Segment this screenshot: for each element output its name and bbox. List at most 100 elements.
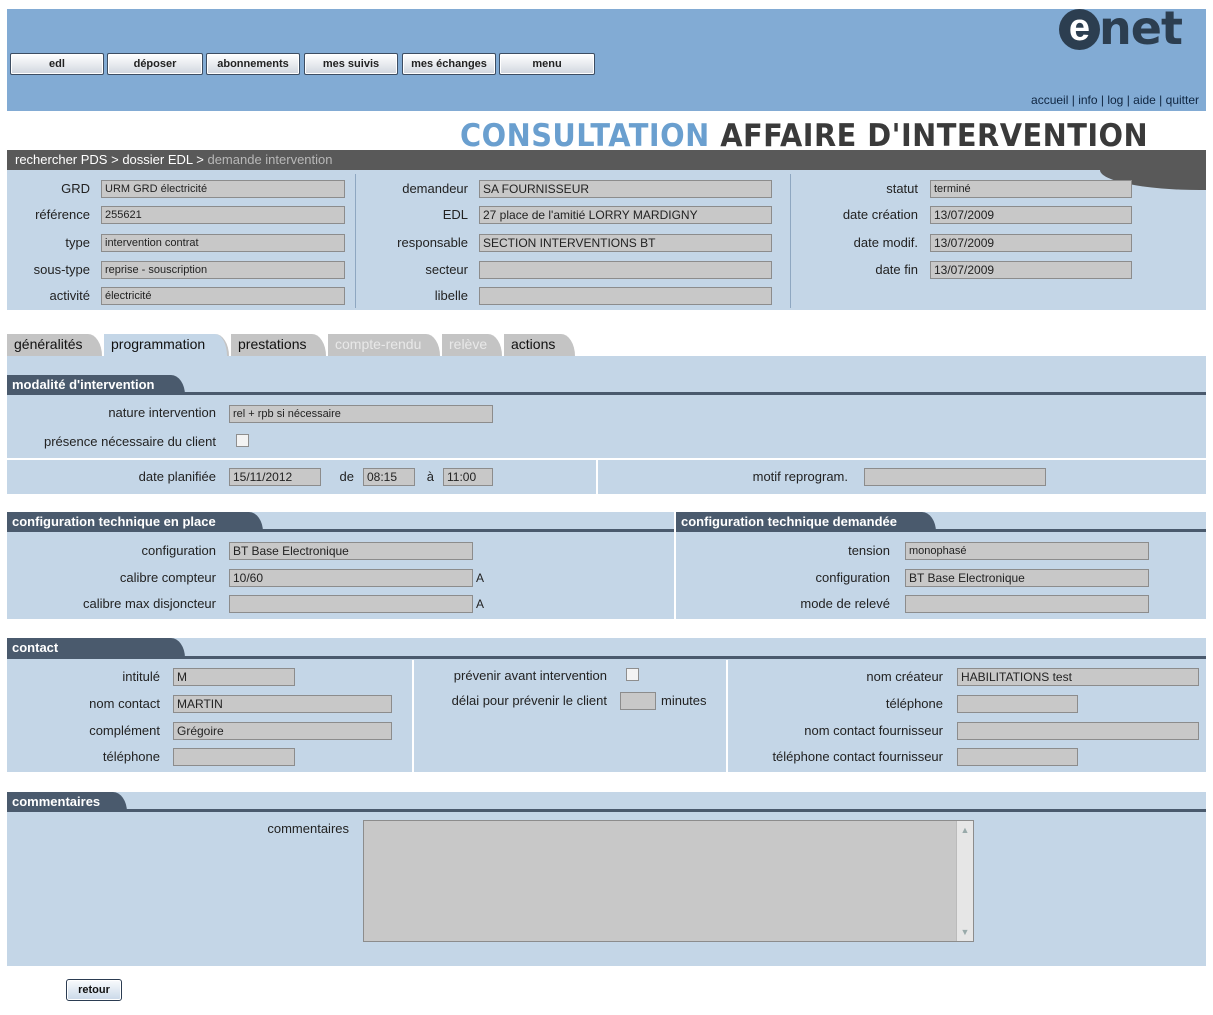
page-title: CONSULTATION AFFAIRE D'INTERVENTION — [460, 118, 1149, 154]
top-links: accueil | info | log | aide | quitter — [1031, 93, 1199, 107]
divider — [726, 660, 728, 772]
commentaires-scrollbar[interactable]: ▲ ▼ — [956, 821, 973, 941]
de-label: de — [339, 469, 354, 484]
telephone-createur-field — [957, 695, 1078, 713]
responsable-field: SECTION INTERVENTIONS BT — [479, 234, 772, 252]
separator — [7, 458, 1206, 460]
section-header-contact: contact — [7, 638, 185, 658]
telephone-field — [173, 748, 295, 766]
calibre-max-label: calibre max disjoncteur — [83, 596, 216, 611]
grd-label: GRD — [61, 181, 90, 196]
statut-label: statut — [886, 181, 918, 196]
prevenir-checkbox[interactable] — [626, 668, 639, 681]
nom-createur-field: HABILITATIONS test — [957, 668, 1199, 686]
nav-button-deposer[interactable]: déposer — [107, 53, 203, 75]
nom-contact-fournisseur-label: nom contact fournisseur — [804, 723, 943, 738]
presence-client-label: présence nécessaire du client — [44, 434, 216, 449]
telephone-label: téléphone — [102, 749, 160, 764]
retour-button[interactable]: retour — [66, 979, 122, 1001]
link-quitter[interactable]: quitter — [1166, 93, 1199, 107]
intitule-field: M — [173, 668, 295, 686]
demandeur-field: SA FOURNISSEUR — [479, 180, 772, 198]
calibre-compteur-field: 10/60 — [229, 569, 473, 587]
secteur-label: secteur — [425, 262, 468, 277]
tension-label: tension — [848, 543, 890, 558]
tab-prestations[interactable]: prestations — [231, 334, 326, 356]
activite-label: activité — [49, 288, 90, 303]
heure-debut-field: 08:15 — [363, 468, 415, 486]
date-modif-label: date modif. — [853, 235, 918, 250]
date-fin-field: 13/07/2009 — [930, 261, 1132, 279]
intitule-label: intitulé — [122, 669, 160, 684]
responsable-label: responsable — [397, 235, 468, 250]
nav-button-mes-echanges[interactable]: mes échanges — [402, 53, 496, 75]
demandeur-label: demandeur — [402, 181, 468, 196]
logo-text: net — [1099, 1, 1183, 55]
tab-generalites[interactable]: généralités — [7, 334, 102, 356]
reference-label: référence — [35, 207, 90, 222]
activite-field: électricité — [101, 287, 345, 305]
nom-contact-field: MARTIN — [173, 695, 392, 713]
separator — [7, 619, 1206, 638]
section-line — [7, 392, 1206, 395]
nav-button-abonnements[interactable]: abonnements — [206, 53, 300, 75]
nav-button-edl[interactable]: edl — [10, 53, 104, 75]
presence-client-checkbox[interactable] — [236, 434, 249, 447]
date-modif-field: 13/07/2009 — [930, 234, 1132, 252]
a-label: à — [426, 469, 434, 484]
separator — [7, 772, 1206, 792]
statut-field: terminé — [930, 180, 1132, 198]
tab-compte-rendu: compte-rendu — [328, 334, 440, 356]
edl-field: 27 place de l'amitié LORRY MARDIGNY — [479, 206, 772, 224]
nav-button-mes-suivis[interactable]: mes suivis — [304, 53, 398, 75]
configuration-label: configuration — [141, 543, 216, 558]
link-accueil[interactable]: accueil — [1031, 93, 1068, 107]
tab-releve: relève — [442, 334, 502, 356]
breadcrumb: rechercher PDS > dossier EDL > demande i… — [7, 150, 1206, 170]
libelle-field — [479, 287, 772, 305]
configuration-field: BT Base Electronique — [229, 542, 473, 560]
scroll-up-icon[interactable]: ▲ — [960, 825, 970, 835]
link-log[interactable]: log — [1107, 93, 1123, 107]
motif-reprogram-label: motif reprogram. — [752, 469, 848, 484]
tab-programmation[interactable]: programmation — [104, 334, 229, 356]
type-field: intervention contrat — [101, 234, 345, 252]
tension-field: monophasé — [905, 542, 1149, 560]
date-planifiee-label: date planifiée — [138, 469, 216, 484]
mode-releve-field — [905, 595, 1149, 613]
breadcrumb-dossier-edl[interactable]: dossier EDL > — [122, 152, 204, 167]
grd-field: URM GRD électricité — [101, 180, 345, 198]
delai-unit: minutes — [661, 693, 707, 708]
date-planifiee-field: 15/11/2012 — [229, 468, 321, 486]
breadcrumb-rechercher-pds[interactable]: rechercher PDS > — [15, 152, 119, 167]
tab-actions[interactable]: actions — [504, 334, 575, 356]
heure-fin-field: 11:00 — [443, 468, 493, 486]
divider — [790, 174, 791, 308]
nature-intervention-label: nature intervention — [108, 405, 216, 420]
soustype-label: sous-type — [33, 262, 90, 277]
nav-button-menu[interactable]: menu — [499, 53, 595, 75]
date-creation-field: 13/07/2009 — [930, 206, 1132, 224]
section-line — [7, 529, 674, 532]
calibre-compteur-label: calibre compteur — [119, 570, 216, 585]
scroll-down-icon[interactable]: ▼ — [960, 927, 970, 937]
mode-releve-label: mode de relevé — [800, 596, 890, 611]
commentaires-label: commentaires — [267, 821, 349, 836]
divider — [355, 174, 356, 308]
link-aide[interactable]: aide — [1133, 93, 1156, 107]
nom-createur-label: nom créateur — [866, 669, 943, 684]
nom-contact-fournisseur-field — [957, 722, 1199, 740]
date-fin-label: date fin — [875, 262, 918, 277]
telephone-contact-fournisseur-label: téléphone contact fournisseur — [772, 749, 943, 764]
commentaires-textarea[interactable]: ▲ ▼ — [363, 820, 974, 942]
soustype-field: reprise - souscription — [101, 261, 345, 279]
complement-label: complément — [89, 723, 160, 738]
delai-field — [620, 692, 656, 710]
complement-field: Grégoire — [173, 722, 392, 740]
calibre-max-field — [229, 595, 473, 613]
telephone-contact-fournisseur-field — [957, 748, 1078, 766]
top-banner: edl déposer abonnements mes suivis mes é… — [7, 1, 1206, 111]
nom-contact-label: nom contact — [89, 696, 160, 711]
link-info[interactable]: info — [1078, 93, 1097, 107]
reference-field: 255621 — [101, 206, 345, 224]
